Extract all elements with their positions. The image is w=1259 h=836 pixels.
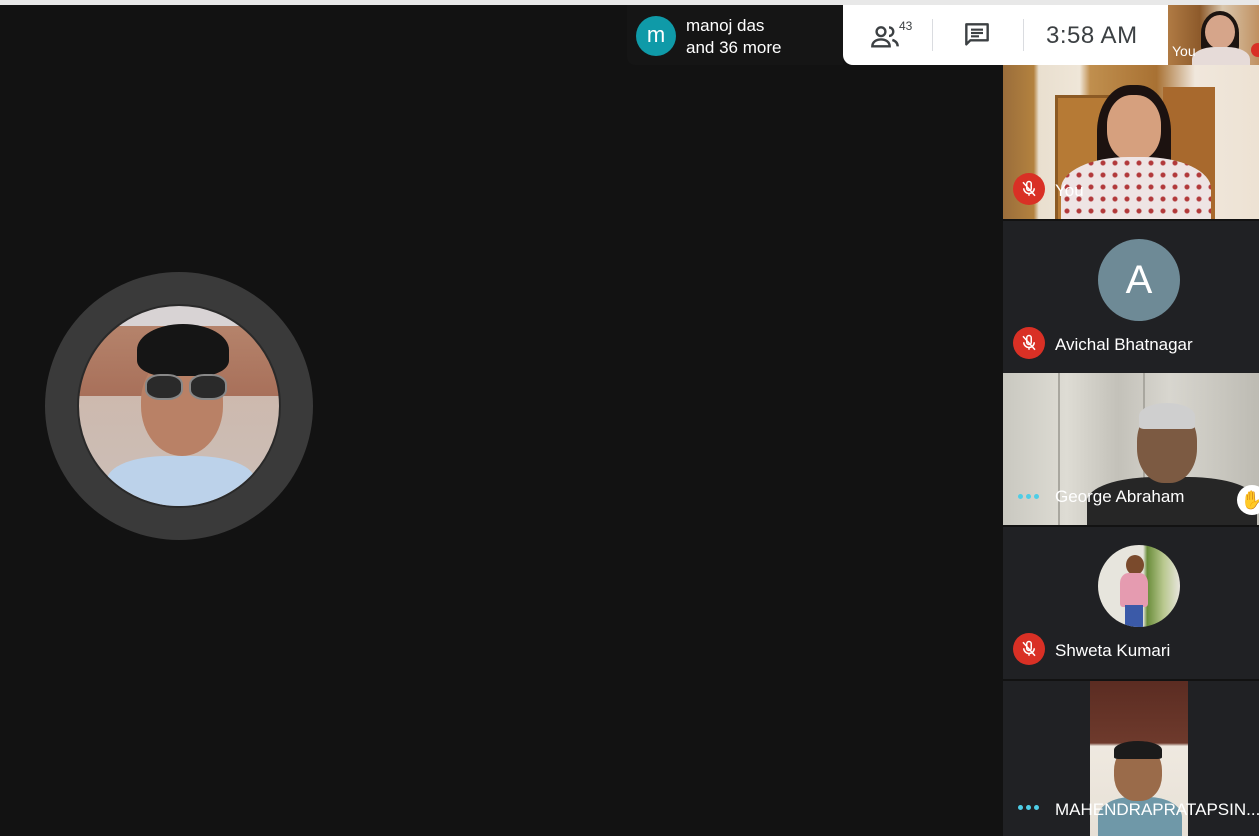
presenter-avatar: m — [636, 16, 676, 56]
divider — [932, 19, 933, 51]
more-options-icon[interactable] — [1018, 494, 1042, 500]
raised-hand-icon: ✋ — [1237, 485, 1259, 515]
participant-tile-george[interactable]: George Abraham ✋ — [1003, 373, 1259, 525]
more-options-icon[interactable] — [1018, 805, 1042, 811]
mic-off-icon — [1013, 173, 1045, 205]
participant-avatar: A — [1098, 239, 1180, 321]
chat-icon — [965, 23, 989, 46]
people-button[interactable]: 43 — [865, 17, 925, 53]
self-view-thumbnail[interactable]: You — [1168, 5, 1259, 65]
mic-off-icon — [1251, 43, 1259, 57]
participant-name: MAHENDRAPRATAPSIN... — [1055, 800, 1259, 819]
self-view-label: You — [1172, 43, 1196, 59]
participant-name: Shweta Kumari — [1055, 641, 1171, 660]
divider — [1023, 19, 1024, 51]
participant-tile-shweta[interactable]: Shweta Kumari — [1003, 527, 1259, 679]
presenter-bar[interactable]: m manoj das and 36 more — [627, 5, 843, 65]
participant-tile-mahendra[interactable]: MAHENDRAPRATAPSIN... — [1003, 681, 1259, 836]
participant-avatar — [1098, 545, 1180, 627]
people-icon — [871, 26, 899, 48]
meeting-controls-bar: 43 3:58 AM — [843, 5, 1168, 65]
presenter-more-count: and 36 more — [686, 38, 782, 57]
mic-off-icon — [1013, 327, 1045, 359]
participant-count: 43 — [899, 19, 913, 33]
chat-button[interactable] — [961, 19, 993, 51]
participant-tile-you[interactable]: You — [1003, 65, 1259, 219]
participant-name: George Abraham — [1055, 487, 1185, 506]
participant-name: You — [1055, 181, 1084, 200]
participant-tile-avichal[interactable]: A Avichal Bhatnagar — [1003, 221, 1259, 373]
presenter-name: manoj das — [686, 16, 765, 35]
meeting-clock: 3:58 AM — [1046, 22, 1138, 49]
main-speaker-avatar — [77, 304, 281, 508]
mic-off-icon — [1013, 633, 1045, 665]
participant-name: Avichal Bhatnagar — [1055, 335, 1193, 354]
